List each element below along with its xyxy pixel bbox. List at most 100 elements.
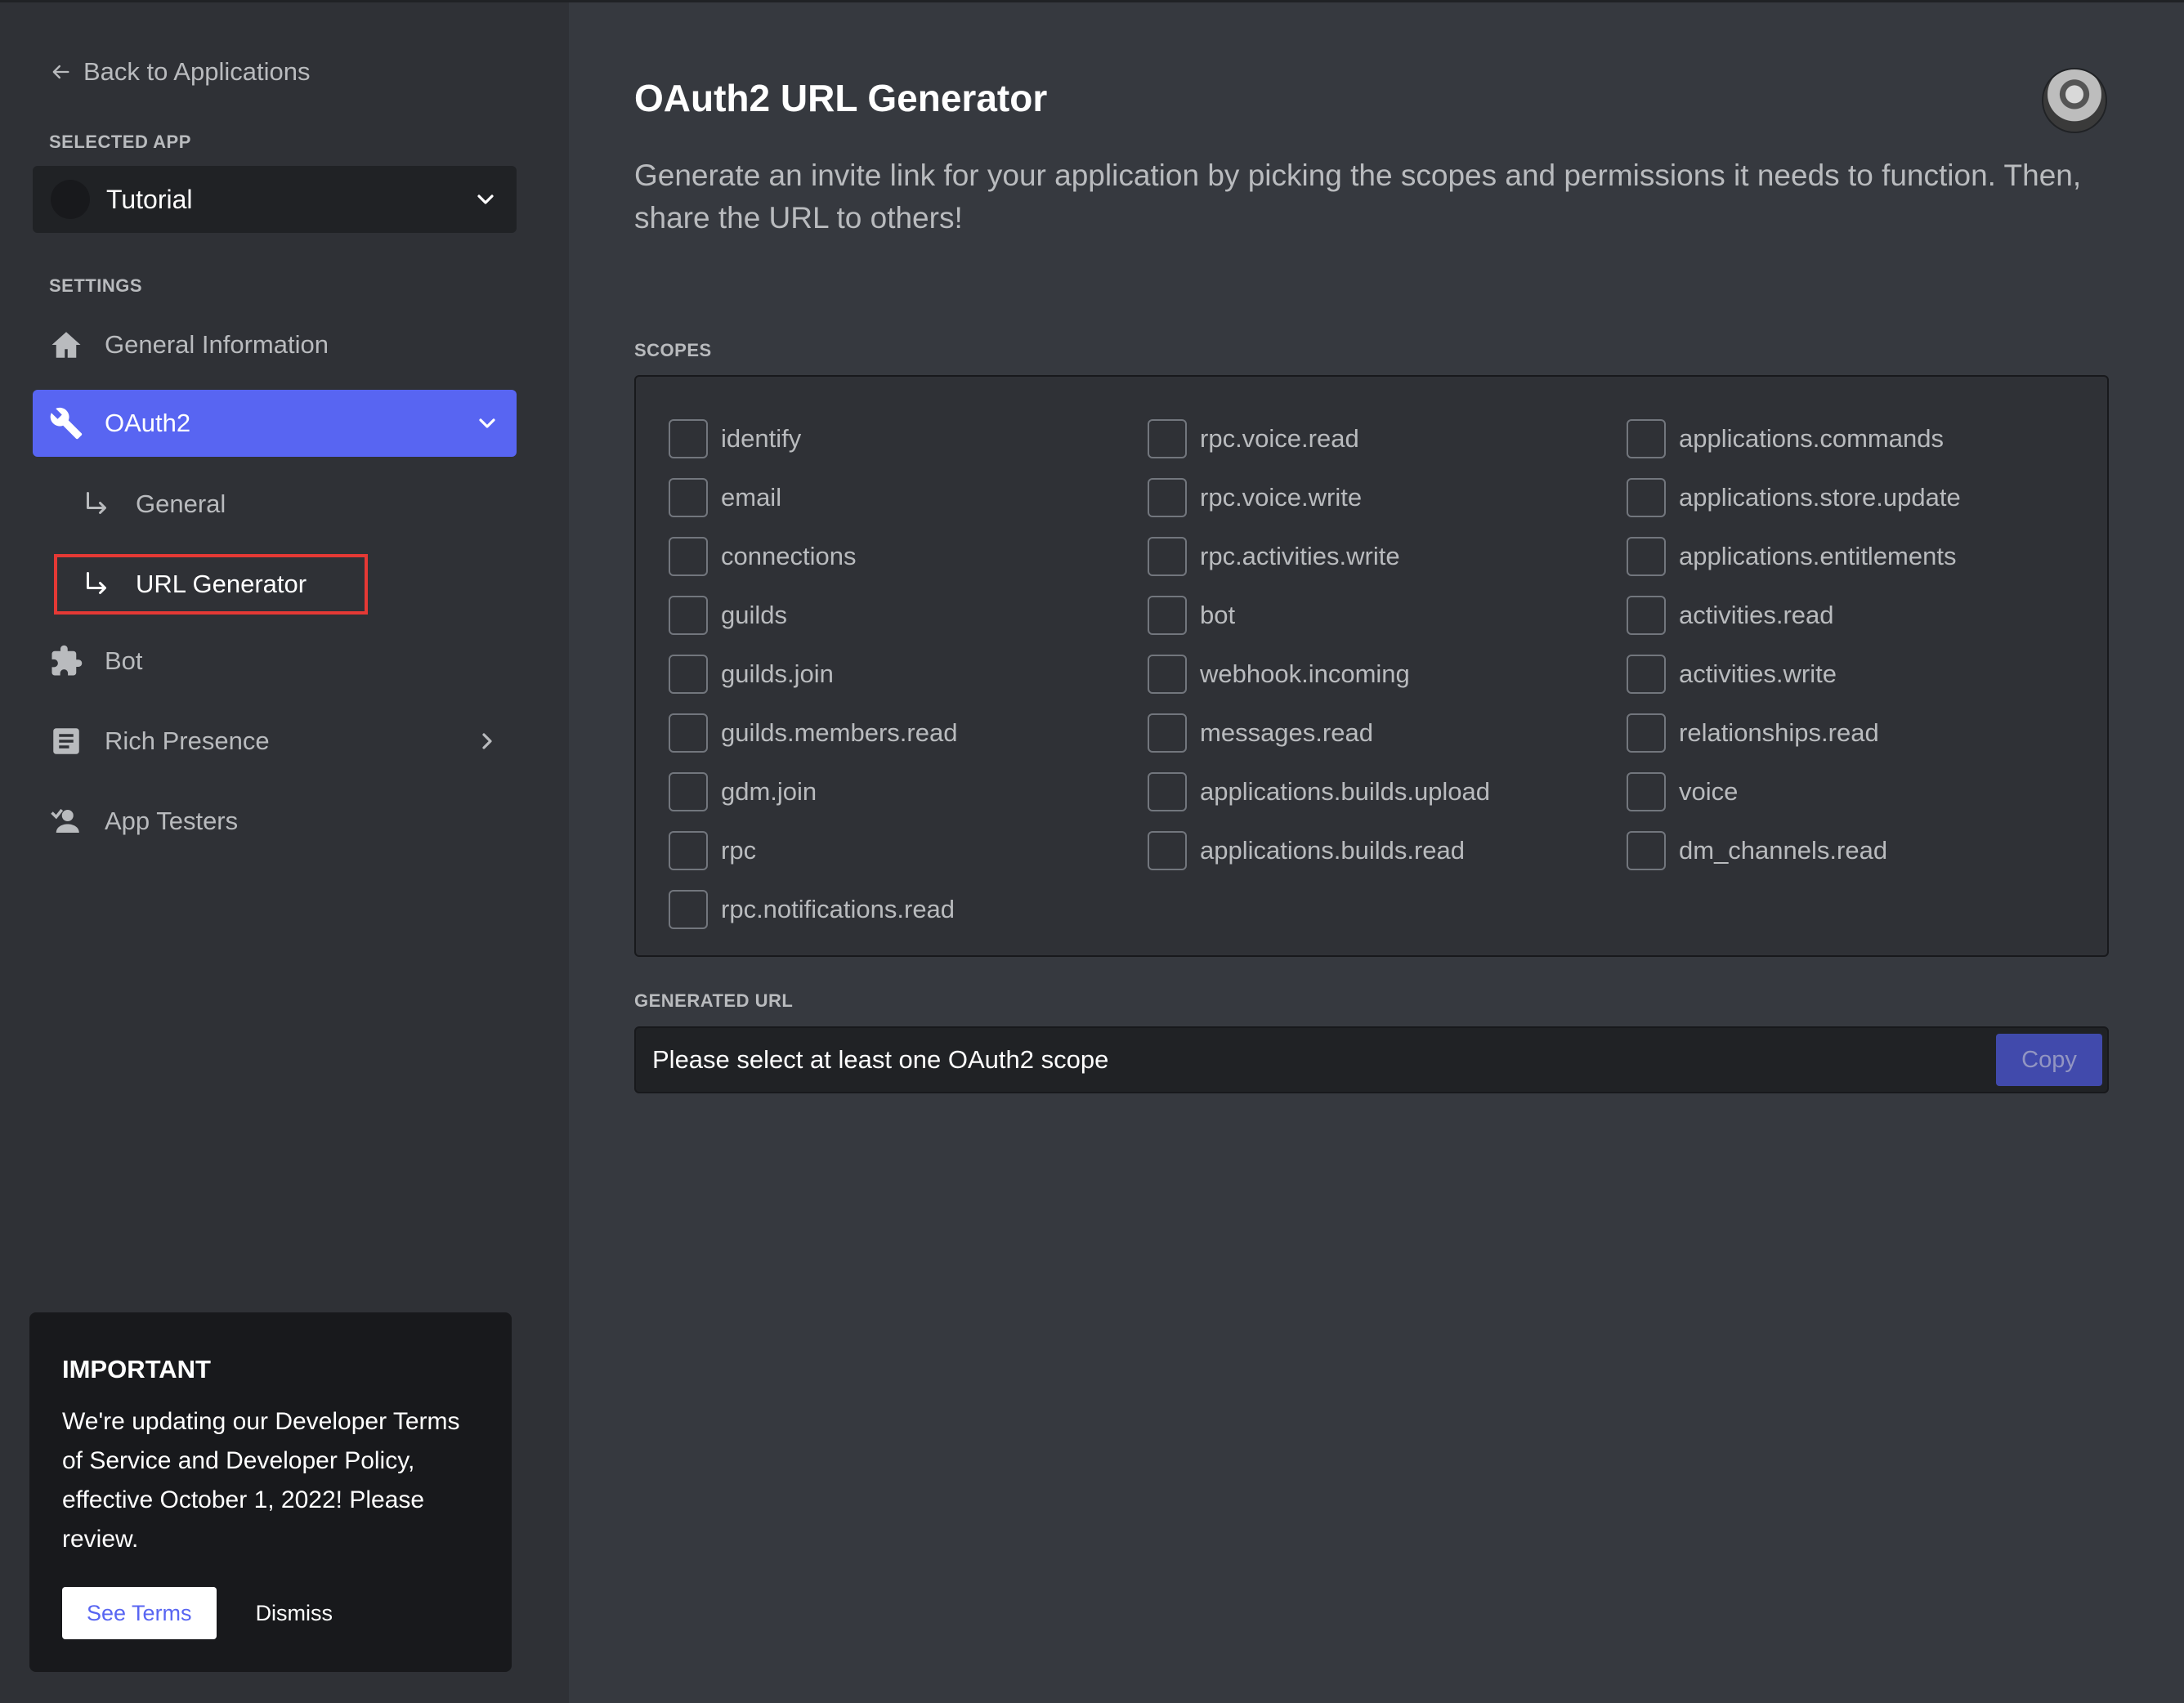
back-to-applications-link[interactable]: Back to Applications — [49, 53, 310, 91]
nav-general-information[interactable]: General Information — [33, 311, 517, 378]
scope-option[interactable]: guilds.members.read — [669, 704, 957, 762]
scope-option[interactable]: applications.commands — [1627, 409, 1961, 468]
scope-label: rpc.voice.write — [1200, 483, 1363, 512]
scope-checkbox[interactable] — [1148, 596, 1187, 635]
scope-checkbox[interactable] — [1148, 478, 1187, 517]
scope-checkbox[interactable] — [1148, 772, 1187, 811]
scope-option[interactable]: rpc.voice.write — [1148, 468, 1490, 527]
scope-checkbox[interactable] — [1627, 655, 1666, 694]
scope-label: connections — [721, 542, 857, 570]
scope-label: email — [721, 483, 782, 512]
scope-option[interactable]: identify — [669, 409, 957, 468]
nav-rich-presence-label: Rich Presence — [105, 726, 270, 755]
scope-label: applications.entitlements — [1679, 542, 1957, 570]
scope-option[interactable]: messages.read — [1148, 704, 1490, 762]
scope-option[interactable]: dm_channels.read — [1627, 821, 1961, 880]
copy-button[interactable]: Copy — [1996, 1034, 2102, 1086]
scope-option[interactable]: bot — [1148, 586, 1490, 645]
scope-label: activities.read — [1679, 601, 1834, 629]
document-icon — [47, 722, 85, 760]
scope-checkbox[interactable] — [1627, 596, 1666, 635]
scope-checkbox[interactable] — [1627, 419, 1666, 458]
scope-label: applications.store.update — [1679, 483, 1961, 512]
scope-checkbox[interactable] — [669, 655, 708, 694]
scope-label: applications.builds.read — [1200, 836, 1465, 865]
scope-option[interactable]: webhook.incoming — [1148, 645, 1490, 704]
scope-label: voice — [1679, 777, 1739, 806]
scope-checkbox[interactable] — [669, 890, 708, 929]
scope-option[interactable]: email — [669, 468, 957, 527]
scope-checkbox[interactable] — [1148, 713, 1187, 753]
nav-oauth2-label: OAuth2 — [105, 409, 191, 437]
scope-label: dm_channels.read — [1679, 836, 1888, 865]
scopes-heading: SCOPES — [634, 340, 712, 360]
dismiss-button[interactable]: Dismiss — [256, 1601, 333, 1626]
user-avatar[interactable] — [2042, 68, 2107, 133]
back-link-label: Back to Applications — [83, 57, 311, 86]
scope-option[interactable]: activities.read — [1627, 586, 1961, 645]
generated-url-heading: GENERATED URL — [634, 990, 794, 1011]
scopes-panel: identify email connections guilds guilds.joi… — [634, 375, 2109, 957]
scope-option[interactable]: relationships.read — [1627, 704, 1961, 762]
scope-option[interactable]: applications.builds.read — [1148, 821, 1490, 880]
app-avatar — [51, 180, 90, 219]
selected-app-dropdown[interactable]: Tutorial — [33, 166, 517, 233]
scope-option[interactable]: activities.write — [1627, 645, 1961, 704]
scope-checkbox[interactable] — [1627, 478, 1666, 517]
chevron-down-icon — [479, 418, 495, 428]
person-icon — [47, 802, 85, 840]
generated-url-field: Copy — [634, 1026, 2109, 1093]
generated-url-input[interactable] — [636, 1028, 1996, 1092]
scope-checkbox[interactable] — [669, 596, 708, 635]
scope-option[interactable]: voice — [1627, 762, 1961, 821]
puzzle-icon — [47, 642, 85, 680]
nav-rich-presence[interactable]: Rich Presence — [33, 708, 517, 775]
nav-app-testers[interactable]: App Testers — [33, 788, 517, 855]
nav-oauth2-general[interactable]: General — [54, 474, 368, 534]
scope-checkbox[interactable] — [1627, 772, 1666, 811]
scope-checkbox[interactable] — [1148, 419, 1187, 458]
scope-label: guilds — [721, 601, 787, 629]
scope-checkbox[interactable] — [1627, 537, 1666, 576]
scope-checkbox[interactable] — [669, 419, 708, 458]
arrow-left-icon — [52, 65, 69, 79]
scope-checkbox[interactable] — [1148, 537, 1187, 576]
selected-app-name: Tutorial — [106, 184, 193, 214]
scope-option[interactable]: rpc.notifications.read — [669, 880, 957, 939]
arrow-down-right-icon — [87, 572, 106, 594]
nav-oauth2[interactable]: OAuth2 — [33, 390, 517, 457]
nav-oauth2-url-generator[interactable]: URL Generator — [54, 554, 368, 615]
nav-bot-label: Bot — [105, 646, 143, 675]
scope-option[interactable]: gdm.join — [669, 762, 957, 821]
scope-option[interactable]: applications.store.update — [1627, 468, 1961, 527]
page-description: Generate an invite link for your applica… — [634, 159, 2082, 235]
scope-checkbox[interactable] — [669, 478, 708, 517]
scope-checkbox[interactable] — [669, 831, 708, 870]
scope-checkbox[interactable] — [1627, 831, 1666, 870]
scope-checkbox[interactable] — [1148, 831, 1187, 870]
scope-option[interactable]: rpc.activities.write — [1148, 527, 1490, 586]
scope-option[interactable]: connections — [669, 527, 957, 586]
scope-label: guilds.join — [721, 659, 834, 688]
scope-option[interactable]: rpc.voice.read — [1148, 409, 1490, 468]
scope-checkbox[interactable] — [1148, 655, 1187, 694]
scope-checkbox[interactable] — [669, 537, 708, 576]
scope-option[interactable]: applications.builds.upload — [1148, 762, 1490, 821]
nav-bot[interactable]: Bot — [33, 628, 517, 695]
scope-option[interactable]: applications.entitlements — [1627, 527, 1961, 586]
app-window: Back to Applications SELECTED APP Tutori… — [0, 0, 2184, 1703]
scope-label: rpc.voice.read — [1200, 424, 1359, 453]
scope-checkbox[interactable] — [669, 772, 708, 811]
scope-option[interactable]: guilds.join — [669, 645, 957, 704]
scope-label: guilds.members.read — [721, 718, 958, 747]
scope-option[interactable]: guilds — [669, 586, 957, 645]
chevron-right-icon — [482, 733, 492, 749]
scope-label: gdm.join — [721, 777, 817, 806]
page-title: OAuth2 URL Generator — [634, 77, 1048, 119]
scope-option[interactable]: rpc — [669, 821, 957, 880]
scope-label: webhook.incoming — [1200, 659, 1410, 688]
scope-checkbox[interactable] — [1627, 713, 1666, 753]
see-terms-button[interactable]: See Terms — [62, 1587, 217, 1639]
nav-general-information-label: General Information — [105, 330, 329, 359]
scope-checkbox[interactable] — [669, 713, 708, 753]
